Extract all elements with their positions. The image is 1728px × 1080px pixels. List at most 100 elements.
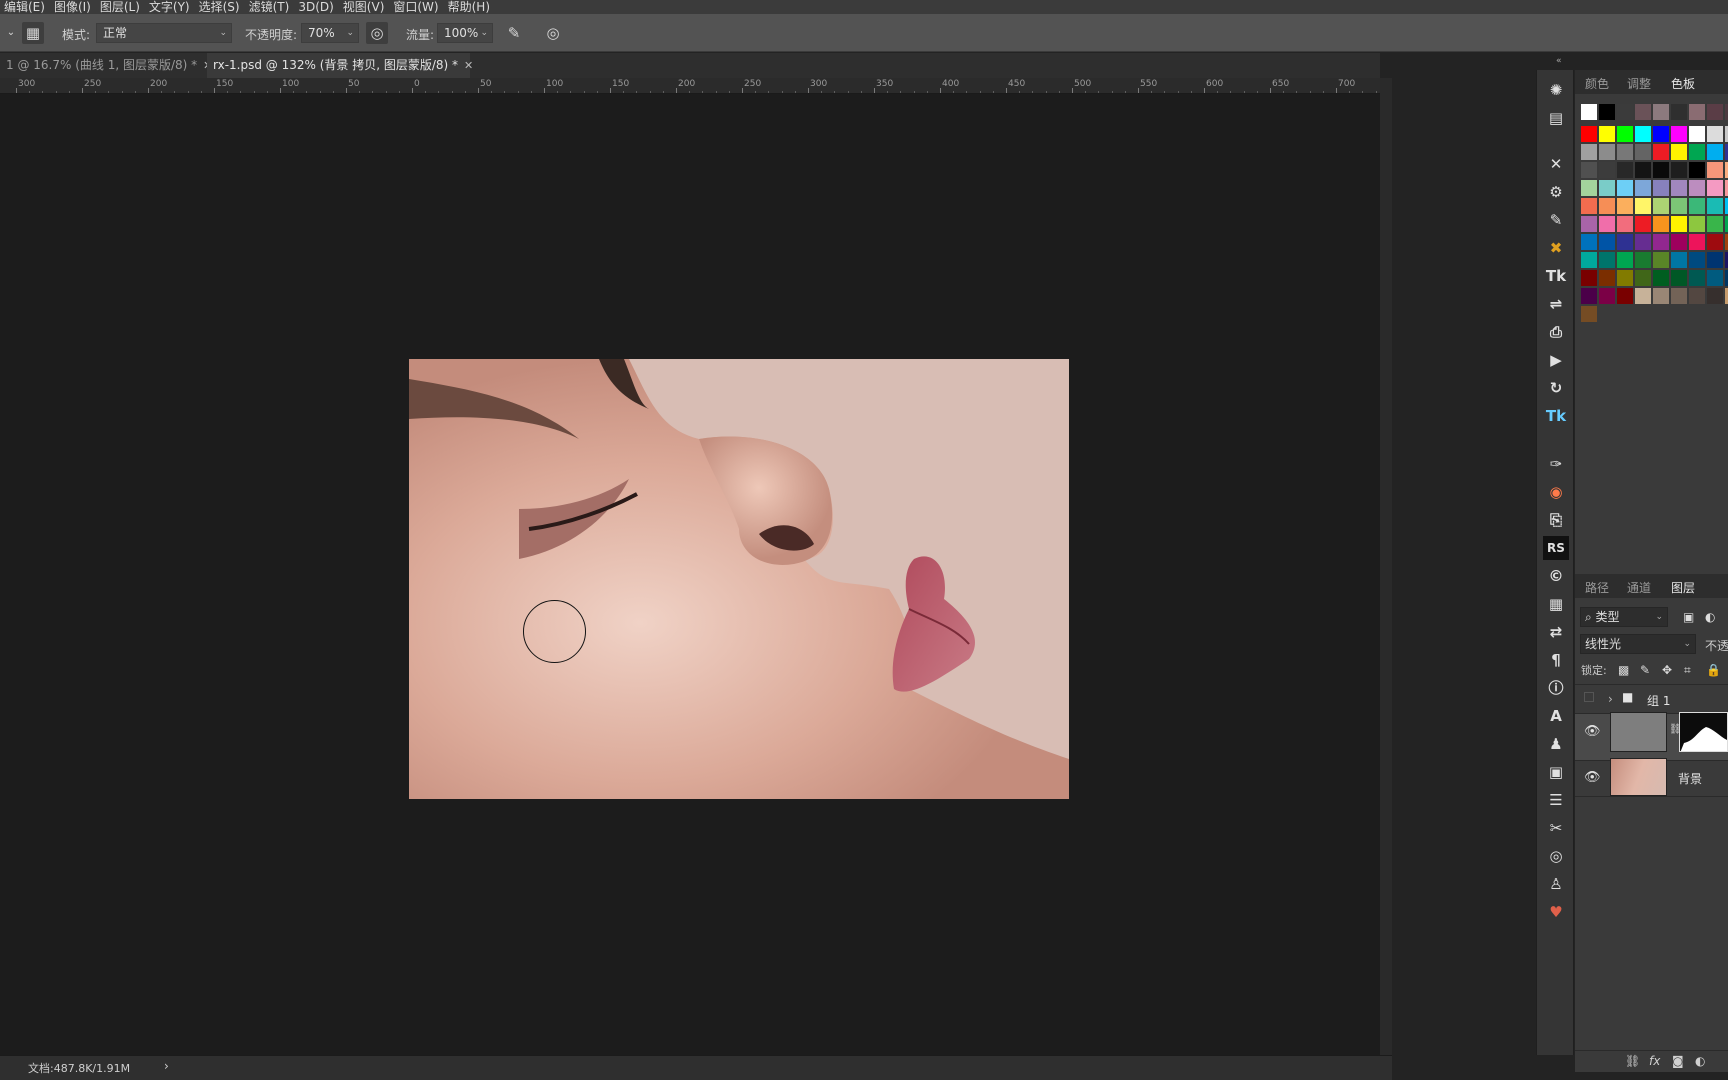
color-swatch[interactable] (1599, 162, 1615, 178)
color-swatch[interactable] (1689, 288, 1705, 304)
color-swatch[interactable] (1635, 288, 1651, 304)
color-swatch[interactable] (1707, 270, 1723, 286)
play-icon[interactable]: ▶ (1543, 348, 1569, 372)
color-swatch[interactable] (1689, 144, 1705, 160)
settings-icon[interactable]: ⚙ (1543, 180, 1569, 204)
color-swatch[interactable] (1617, 198, 1633, 214)
lock-artboard-icon[interactable]: ⌗ (1684, 663, 1691, 678)
color-swatch[interactable] (1581, 104, 1597, 120)
color-swatch[interactable] (1653, 162, 1669, 178)
lock-image-icon[interactable]: ✎ (1640, 663, 1650, 677)
color-wheel-icon[interactable]: ◉ (1543, 480, 1569, 504)
menu-item[interactable]: 滤镜(T) (245, 0, 295, 14)
color-swatch[interactable] (1689, 234, 1705, 250)
color-swatch[interactable] (1671, 198, 1687, 214)
color-swatch[interactable] (1617, 180, 1633, 196)
color-swatch[interactable] (1599, 104, 1615, 120)
color-swatch[interactable] (1707, 234, 1723, 250)
notes-icon[interactable]: ☰ (1543, 788, 1569, 812)
eye-icon[interactable]: 👁 (1584, 770, 1601, 785)
color-swatch[interactable] (1707, 198, 1723, 214)
tab-layers[interactable]: 图层 (1671, 579, 1695, 596)
add-mask-icon[interactable]: ◙ (1672, 1054, 1684, 1068)
heart-icon[interactable]: ♥ (1543, 900, 1569, 924)
clone-icon[interactable]: ⎘ (1543, 508, 1569, 532)
brush-tool-icon[interactable]: ✎ (1543, 208, 1569, 232)
color-swatch[interactable] (1653, 126, 1669, 142)
menu-item[interactable]: 视图(V) (339, 0, 390, 14)
rs-plugin-icon[interactable]: RS (1543, 536, 1569, 560)
color-swatch[interactable] (1581, 252, 1597, 268)
info-icon[interactable]: ⓘ (1543, 676, 1569, 700)
menu-item[interactable]: 窗口(W) (389, 0, 443, 14)
vertical-scrollbar[interactable] (1380, 78, 1392, 1063)
color-swatch[interactable] (1653, 234, 1669, 250)
crossed-tools-icon[interactable]: ✖ (1543, 236, 1569, 260)
brush-preset-picker-icon[interactable]: ▦ (22, 22, 44, 44)
color-swatch[interactable] (1581, 126, 1597, 142)
lock-all-icon[interactable]: 🔒 (1706, 663, 1721, 677)
color-swatch[interactable] (1635, 216, 1651, 232)
color-swatch[interactable] (1689, 126, 1705, 142)
lock-position-icon[interactable]: ✥ (1662, 663, 1672, 677)
fx-icon[interactable]: fx (1649, 1054, 1660, 1068)
layer-mask-thumbnail[interactable] (1679, 712, 1728, 752)
mode-select[interactable]: 正常 ⌄ (96, 23, 232, 43)
adjustment-layer-icon[interactable]: ◐ (1695, 1054, 1705, 1068)
chevron-down-icon[interactable]: ⌄ (0, 22, 22, 44)
color-swatch[interactable] (1635, 104, 1651, 120)
close-x-icon[interactable]: ✕ (1543, 152, 1569, 176)
color-swatch[interactable] (1581, 216, 1597, 232)
color-swatch[interactable] (1617, 252, 1633, 268)
color-swatch[interactable] (1689, 104, 1705, 120)
color-swatch[interactable] (1635, 234, 1651, 250)
color-swatch[interactable] (1653, 198, 1669, 214)
paragraph-icon[interactable]: ¶ (1543, 648, 1569, 672)
collapse-panels-icon[interactable]: « (1556, 56, 1562, 66)
color-swatch[interactable] (1707, 104, 1723, 120)
color-swatch[interactable] (1671, 252, 1687, 268)
status-menu-arrow[interactable]: › (164, 1059, 169, 1073)
color-swatch[interactable] (1671, 180, 1687, 196)
menu-item[interactable]: 图像(I) (50, 0, 96, 14)
flow-field[interactable]: 100% ⌄ (437, 23, 493, 43)
color-swatch[interactable] (1653, 180, 1669, 196)
color-swatch[interactable] (1671, 216, 1687, 232)
tab-swatches[interactable]: 色板 (1671, 75, 1695, 92)
color-swatch[interactable] (1671, 144, 1687, 160)
color-swatch[interactable] (1599, 180, 1615, 196)
color-swatch[interactable] (1581, 144, 1597, 160)
pen-tool-icon[interactable]: ✑ (1543, 452, 1569, 476)
color-swatch[interactable] (1581, 198, 1597, 214)
color-swatch[interactable] (1581, 162, 1597, 178)
color-swatch[interactable] (1707, 144, 1723, 160)
color-swatch[interactable] (1635, 270, 1651, 286)
transfer-icon[interactable]: ⇄ (1543, 620, 1569, 644)
color-swatch[interactable] (1653, 104, 1669, 120)
color-swatch[interactable] (1671, 270, 1687, 286)
menu-item[interactable]: 帮助(H) (444, 0, 495, 14)
save-icon[interactable]: ▣ (1543, 760, 1569, 784)
color-swatch[interactable] (1635, 198, 1651, 214)
tab-paths[interactable]: 路径 (1585, 579, 1609, 596)
tab-channels[interactable]: 通道 (1627, 579, 1651, 596)
pressure-size-icon[interactable]: ◎ (542, 22, 564, 44)
color-swatch[interactable] (1707, 180, 1723, 196)
tk-color-icon[interactable]: Tk (1543, 404, 1569, 428)
sliders-icon[interactable]: ⇌ (1543, 292, 1569, 316)
color-swatch[interactable] (1581, 234, 1597, 250)
gear-burst-icon[interactable]: ✺ (1543, 78, 1569, 102)
filter-adjustment-icon[interactable]: ◐ (1705, 610, 1715, 624)
color-swatch[interactable] (1707, 126, 1723, 142)
menu-item[interactable]: 选择(S) (195, 0, 245, 14)
color-swatch[interactable] (1581, 180, 1597, 196)
puppet-icon[interactable]: ♟ (1543, 732, 1569, 756)
color-swatch[interactable] (1689, 252, 1705, 268)
color-swatch[interactable] (1599, 216, 1615, 232)
tk-plugin-icon[interactable]: Tk (1543, 264, 1569, 288)
color-swatch[interactable] (1689, 270, 1705, 286)
color-swatch[interactable] (1671, 126, 1687, 142)
color-swatch[interactable] (1707, 216, 1723, 232)
color-swatch[interactable] (1581, 270, 1597, 286)
refresh-icon[interactable]: ↻ (1543, 376, 1569, 400)
